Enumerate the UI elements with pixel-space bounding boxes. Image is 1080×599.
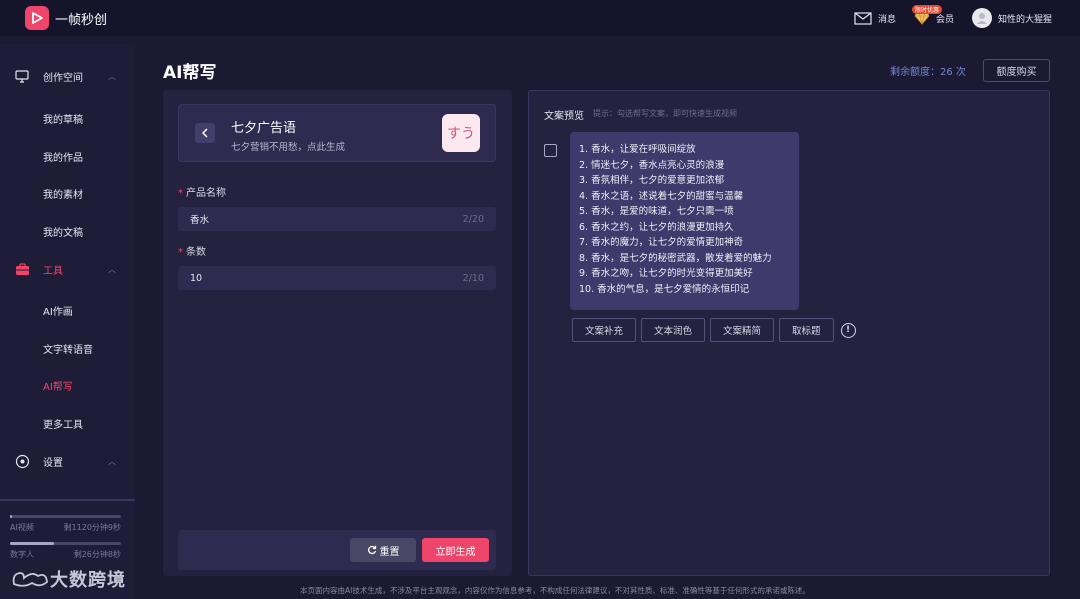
field-label-text: 条数 [186, 247, 206, 258]
count-field[interactable]: 2/10 [178, 266, 496, 290]
page-title: AI帮写 [163, 63, 217, 83]
condense-button[interactable]: 文案精简 [710, 318, 775, 342]
logo-icon [25, 6, 49, 30]
template-thumbnail-glyph: すう [447, 126, 475, 142]
result-line: 10. 香水的气息，是七夕爱情的永恒印记 [579, 283, 750, 295]
sidebar-item-works[interactable]: 我的作品 [43, 149, 83, 164]
template-card[interactable]: 七夕广告语 七夕营销不用愁，点此生成 すう [178, 104, 496, 162]
count-input[interactable] [190, 272, 463, 284]
usage-bar [10, 515, 121, 518]
watermark-logo-icon [12, 572, 48, 587]
chevron-up-icon: ︿ [108, 71, 116, 81]
usage-ai-video: AI视频 剩1120分钟9秒 [10, 515, 121, 533]
watermark: 大数跨境 [10, 566, 126, 592]
usage-label: 数字人 [10, 550, 34, 559]
messages-button[interactable]: 消息 [854, 11, 896, 25]
result-line: 7. 香水的魔力，让七夕的爱情更加神奇 [579, 237, 744, 248]
usage-digital-human: 数字人 剩26分钟8秒 [10, 542, 121, 560]
monitor-icon [14, 68, 30, 84]
product-name-label: * 产品名称 [178, 184, 226, 199]
mail-icon [854, 11, 872, 25]
refresh-icon [367, 545, 376, 555]
result-line: 4. 香水之语，述说着七夕的甜蜜与温馨 [579, 190, 744, 202]
info-icon[interactable]: ! [840, 322, 856, 338]
user-name: 知性的大猩猩 [997, 14, 1052, 25]
preview-hint: 提示：勾选帮写文案，即可快速生成视频 [593, 109, 737, 118]
sidebar-item-tts[interactable]: 文字转语音 [43, 341, 93, 356]
vip-promo-badge: 限时优惠 [911, 5, 942, 14]
field-label-text: 产品名称 [186, 188, 226, 199]
generate-button[interactable]: 立即生成 [422, 538, 489, 562]
polish-button[interactable]: 文本润色 [641, 318, 706, 342]
form-action-bar: 重置 立即生成 [178, 530, 496, 570]
char-count: 2/10 [462, 272, 484, 284]
sidebar-item-more-tools[interactable]: 更多工具 [43, 416, 83, 431]
usage-label: AI视频 [10, 523, 34, 532]
usage-bar [10, 542, 121, 545]
back-button[interactable] [195, 123, 215, 143]
sidebar-item-drafts[interactable]: 我的草稿 [43, 111, 83, 126]
sidebar-group-settings[interactable]: 设置 ︿ [0, 451, 135, 471]
count-label: * 条数 [178, 243, 206, 258]
preview-title: 文案预览 [544, 111, 584, 122]
usage-value: 剩1120分钟9秒 [63, 523, 121, 532]
sidebar-item-ai-writing[interactable]: AI帮写 [43, 378, 73, 393]
sidebar: 创作空间 ︿ 我的草稿 我的作品 我的素材 我的文稿 工具 ︿ AI作画 文字转… [0, 44, 135, 599]
preview-panel: 文案预览 提示：勾选帮写文案，即可快速生成视频 1. 香水，让爱在呼吸间绽放 2.… [528, 90, 1050, 576]
supplement-button[interactable]: 文案补充 [572, 318, 637, 342]
result-line: 8. 香水，是七夕的秘密武器，散发着爱的魅力 [579, 252, 772, 264]
app-logo[interactable]: 一帧秒创 [25, 6, 107, 30]
reset-button[interactable]: 重置 [350, 538, 416, 562]
sidebar-group-tools[interactable]: 工具 ︿ [0, 259, 135, 279]
divider [0, 499, 135, 501]
chevron-up-icon: ︿ [108, 456, 116, 466]
char-count: 2/20 [462, 213, 484, 225]
result-line: 6. 香水之约，让七夕的浪漫更加持久 [579, 221, 734, 233]
watermark-text: 大数跨境 [50, 570, 126, 591]
chevron-up-icon: ︿ [108, 264, 116, 274]
required-mark: * [178, 188, 183, 199]
template-subtitle: 七夕营销不用愁，点此生成 [231, 142, 346, 153]
result-line: 5. 香水，是爱的味道，七夕只需一喷 [579, 206, 734, 217]
usage-bar-fill [10, 515, 13, 518]
usage-bar-fill [10, 542, 55, 545]
sidebar-group-creation[interactable]: 创作空间 ︿ [0, 66, 135, 86]
required-mark: * [178, 247, 183, 258]
title-button[interactable]: 取标题 [779, 318, 834, 342]
sidebar-item-materials[interactable]: 我的素材 [43, 186, 83, 201]
chevron-left-icon [201, 128, 208, 138]
user-menu[interactable]: 知性的大猩猩 [971, 8, 1052, 28]
sidebar-group-label: 设置 [43, 457, 63, 469]
footer-disclaimer: 本页面内容由AI技术生成，不涉及平台主观观念，内容仅作为信息参考，不构成任何法律… [300, 586, 810, 595]
form-panel: 七夕广告语 七夕营销不用愁，点此生成 すう *产品名称 2/20 *条数 2/1… [163, 90, 512, 576]
product-name-field[interactable]: 2/20 [178, 207, 496, 231]
app-name: 一帧秒创 [55, 12, 108, 28]
top-bar: 一帧秒创 消息 限时优惠 会员 知性的大猩猩 [0, 0, 1080, 36]
buy-quota-button[interactable]: 额度购买 [983, 59, 1050, 82]
template-thumbnail: すう [442, 114, 480, 152]
usage-value: 剩26分钟8秒 [73, 550, 121, 559]
user-avatar-icon [976, 13, 987, 24]
vip-button[interactable]: 限时优惠 会员 [911, 5, 954, 25]
sidebar-item-ai-painting[interactable]: AI作画 [43, 303, 73, 318]
reset-label: 重置 [379, 546, 400, 558]
result-line: 2. 情迷七夕，香水点亮心灵的浪漫 [579, 159, 725, 171]
product-name-input[interactable] [190, 213, 463, 225]
result-line: 1. 香水，让爱在呼吸间绽放 [579, 144, 696, 155]
quota-text: 剩余额度：26 次 [890, 67, 966, 78]
text-tools: 文案补充 文本润色 文案精简 取标题 ! [572, 318, 856, 342]
select-result-checkbox[interactable] [544, 144, 557, 157]
sidebar-group-label: 创作空间 [43, 72, 83, 84]
sidebar-group-label: 工具 [43, 265, 63, 277]
sidebar-item-documents[interactable]: 我的文稿 [43, 224, 83, 239]
template-title: 七夕广告语 [231, 121, 297, 136]
avatar [971, 8, 992, 28]
settings-icon [14, 453, 30, 469]
result-line: 3. 香氛相伴，七夕的爱意更加浓郁 [579, 175, 725, 186]
toolbox-icon [14, 261, 30, 277]
result-line: 9. 香水之吻，让七夕的时光变得更加美好 [579, 268, 753, 279]
result-text-box[interactable]: 1. 香水，让爱在呼吸间绽放 2. 情迷七夕，香水点亮心灵的浪漫 3. 香氛相伴，七… [570, 132, 799, 310]
messages-label: 消息 [877, 14, 896, 25]
